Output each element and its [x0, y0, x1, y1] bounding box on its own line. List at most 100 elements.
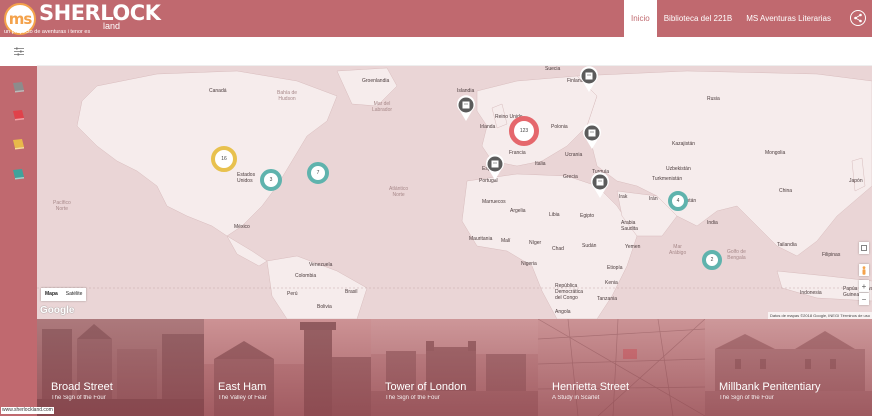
label-usa: Estados Unidos [237, 172, 256, 184]
label-angola: Angola [555, 309, 571, 315]
site-url[interactable]: www.sherlockland.com [1, 407, 54, 414]
label-tailandia: Tailandia [777, 242, 797, 248]
logo-suffix: land [103, 21, 121, 31]
label-etiopia: Etiopía [607, 265, 623, 271]
map-type-satellite[interactable]: Satélite [62, 288, 87, 301]
label-labrador: Mar del Labrador [372, 101, 393, 113]
label-marruecos: Marruecos [482, 199, 506, 205]
fullscreen-icon [861, 245, 867, 251]
label-china: China [779, 188, 793, 194]
label-kenia: Kenia [605, 280, 618, 286]
share-button[interactable] [850, 10, 866, 26]
pegman-icon [862, 265, 866, 275]
label-arabian: Mar Arábigo [669, 244, 687, 256]
nav-item-inicio[interactable]: Inicio [624, 0, 657, 37]
label-francia: Francia [509, 150, 526, 156]
label-uzbekistan: Uzbekistán [666, 166, 691, 172]
zoom-out-button[interactable]: − [859, 293, 869, 305]
label-bengal: Golfo de Bengala [727, 249, 746, 261]
location-card[interactable]: Henrietta Street A Study in Scarlet [538, 319, 705, 416]
book-filter-yellow-icon[interactable] [11, 138, 26, 150]
book-pin-icon[interactable] [582, 123, 602, 149]
card-title: Millbank Penitentiary [719, 381, 821, 393]
location-card[interactable]: Broad Street The Sign of the Four [37, 319, 204, 416]
map-cluster[interactable]: 7 [307, 162, 329, 184]
label-rdc: República Democrática del Congo [555, 283, 584, 301]
card-title: Tower of London [385, 381, 467, 393]
label-pacific: Pacífico Norte [53, 200, 71, 212]
card-overlay [538, 319, 705, 416]
location-card[interactable]: Tower of London The Sign of the Four [371, 319, 538, 416]
map-cluster[interactable]: 16 [211, 146, 237, 172]
label-suecia: Suecia [545, 66, 561, 72]
logo-name[interactable]: SHERLOCK [39, 1, 161, 25]
label-venezuela: Venezuela [309, 262, 333, 268]
nav-item-aventuras[interactable]: MS Aventuras Literarias [739, 0, 838, 37]
label-atlantic: Atlántico Norte [389, 186, 409, 198]
card-subtitle: The Sign of the Four [719, 395, 774, 401]
location-cards: Broad Street The Sign of the Four East H… [37, 319, 872, 416]
map-cluster[interactable]: 123 [509, 116, 539, 146]
map-cluster[interactable]: 2 [702, 250, 722, 270]
label-chad: Chad [552, 246, 564, 252]
fullscreen-button[interactable] [859, 242, 869, 254]
map-cluster[interactable]: 3 [260, 169, 282, 191]
label-sudan: Sudán [582, 243, 597, 249]
label-japon: Japón [849, 178, 863, 184]
sidebar-footer [0, 319, 37, 416]
label-mauritania: Mauritania [469, 236, 493, 242]
map-toolbar [37, 37, 872, 66]
label-ucrania: Ucrania [565, 152, 583, 158]
label-brasil: Brasil [345, 289, 358, 295]
filter-button[interactable] [0, 37, 37, 66]
land-masses [37, 67, 872, 319]
book-pin-icon[interactable] [456, 95, 476, 121]
location-card[interactable]: Millbank Penitentiary The Sign of the Fo… [705, 319, 872, 416]
book-filter-teal-icon[interactable] [11, 168, 26, 180]
label-niger: Níger [529, 240, 542, 246]
street-view-button[interactable] [859, 264, 869, 276]
map-type-map[interactable]: Mapa [41, 288, 62, 301]
label-grecia: Grecia [563, 174, 578, 180]
location-card[interactable]: East Ham The Valley of Fear [204, 319, 371, 416]
label-polonia: Polonia [551, 124, 568, 130]
label-turkmenistan: Turkmenistán [652, 176, 683, 182]
logo-tagline: un proyecto de aventuras i tenor es [4, 29, 91, 35]
share-icon [854, 13, 862, 23]
label-mongolia: Mongolia [765, 150, 786, 156]
label-hudson: Bahía de Hudson [277, 90, 298, 102]
card-overlay [204, 319, 371, 416]
card-title: Henrietta Street [552, 381, 630, 393]
card-overlay [705, 319, 872, 416]
label-rusia: Rusia [707, 96, 720, 102]
label-iceland: Islandia [457, 88, 475, 94]
label-filipinas: Filipinas [822, 252, 841, 258]
world-map[interactable]: Canadá Estados Unidos México Venezuela C… [37, 66, 872, 319]
label-colombia: Colombia [295, 273, 317, 279]
label-bolivia: Bolivia [317, 304, 332, 310]
label-irlanda: Irlanda [480, 124, 496, 130]
card-subtitle: The Sign of the Four [51, 395, 106, 401]
main-nav: Inicio Biblioteca del 221B MS Aventuras … [624, 0, 838, 37]
label-mali: Malí [501, 238, 511, 244]
sliders-icon [13, 47, 24, 56]
card-subtitle: A Study in Scarlet [552, 395, 600, 401]
book-pin-icon[interactable] [485, 154, 505, 180]
book-pin-icon[interactable] [579, 66, 599, 92]
label-nigeria: Nigeria [521, 261, 537, 267]
nav-item-biblioteca[interactable]: Biblioteca del 221B [657, 0, 740, 37]
label-greenland: Groenlandia [362, 78, 390, 84]
card-subtitle: The Sign of the Four [385, 395, 440, 401]
book-filter-gray-icon[interactable] [11, 81, 26, 93]
label-tanzania: Tanzania [597, 296, 618, 302]
zoom-in-button[interactable]: + [859, 280, 869, 292]
book-pin-icon[interactable] [590, 172, 610, 198]
map-attribution[interactable]: Datos de mapas ©2018 Google, INEGI Térmi… [767, 312, 872, 319]
label-indonesia: Indonesia [800, 290, 822, 296]
map-cluster[interactable]: 4 [668, 191, 688, 211]
book-filter-red-icon[interactable] [11, 109, 26, 121]
top-header: ms SHERLOCK land un proyecto de aventura… [0, 0, 872, 37]
label-egipto: Egipto [580, 213, 595, 219]
label-canada: Canadá [209, 88, 227, 94]
sidebar [0, 37, 37, 319]
